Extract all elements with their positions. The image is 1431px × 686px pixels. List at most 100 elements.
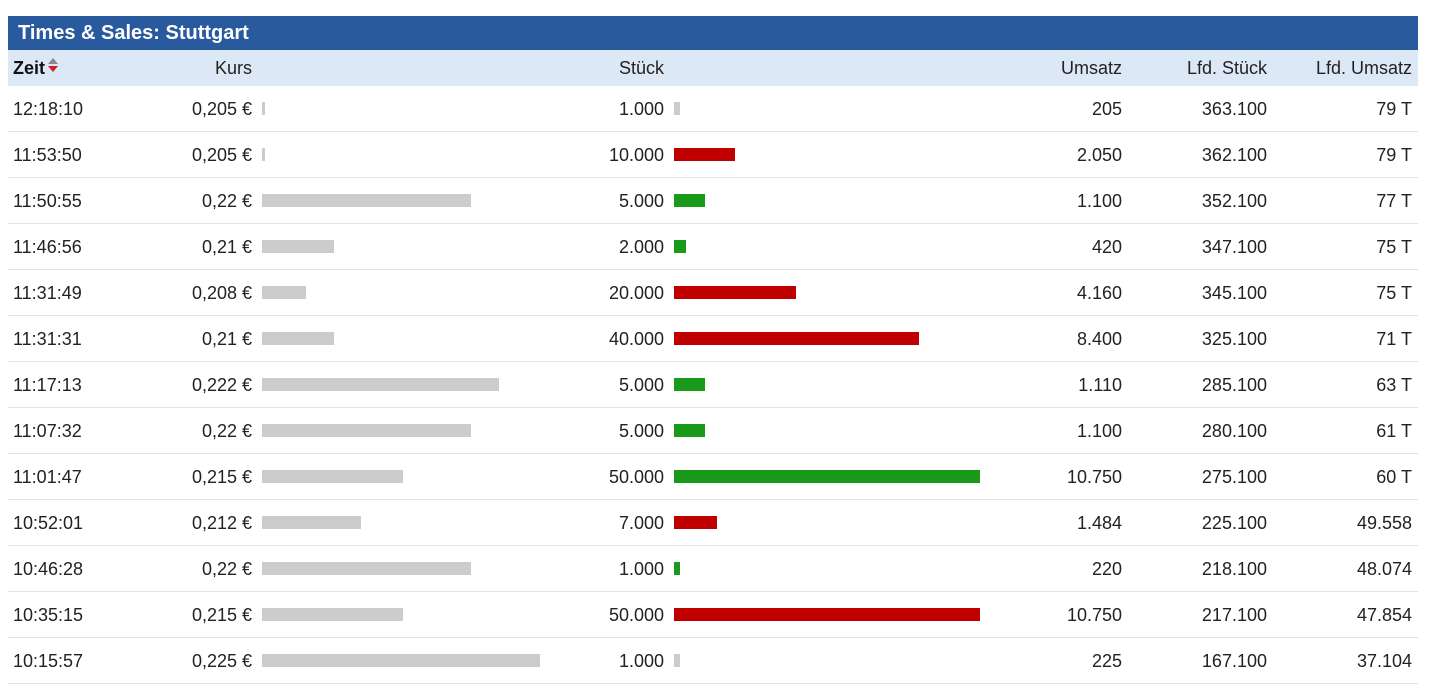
trade-volume: 40.000 — [608, 329, 664, 349]
cumulative-volume: 167.100 — [1201, 651, 1267, 671]
trade-time: 11:53:50 — [13, 145, 82, 165]
trade-price: 0,215 € — [191, 467, 252, 487]
trade-turnover: 4.160 — [1076, 283, 1122, 303]
trade-price: 0,21 € — [201, 329, 252, 349]
cumulative-turnover: 48.074 — [1356, 559, 1412, 579]
trade-time: 10:15:57 — [13, 651, 84, 671]
price-bar — [262, 516, 361, 529]
table-row: 12:18:10 0,205 € 1.000 205 363.100 79 T — [8, 86, 1418, 132]
table-row: 11:31:31 0,21 € 40.000 8.400 325.100 71 T — [8, 316, 1418, 362]
trade-volume: 5.000 — [618, 375, 664, 395]
cumulative-volume: 275.100 — [1201, 467, 1267, 487]
table-row: 11:07:32 0,22 € 5.000 1.100 280.100 61 T — [8, 408, 1418, 454]
cumulative-turnover: 61 T — [1376, 421, 1412, 441]
trade-volume: 50.000 — [608, 605, 664, 625]
table-row: 10:35:15 0,215 € 50.000 10.750 217.100 47.854 — [8, 592, 1418, 638]
trade-time: 10:46:28 — [13, 559, 84, 579]
table-row: 11:46:56 0,21 € 2.000 420 347.100 75 T — [8, 224, 1418, 270]
times-and-sales-widget: Times & Sales: Stuttgart Zeit Kurs Stück… — [8, 16, 1418, 684]
volume-bar — [674, 654, 680, 667]
column-header-kurs[interactable]: Kurs — [215, 50, 252, 86]
trade-volume: 2.000 — [618, 237, 664, 257]
trade-turnover: 2.050 — [1076, 145, 1122, 165]
trade-turnover: 205 — [1091, 99, 1122, 119]
trade-price: 0,22 € — [201, 421, 252, 441]
column-header-zeit-label: Zeit — [13, 58, 46, 78]
cumulative-volume: 352.100 — [1201, 191, 1267, 211]
sort-desc-icon[interactable] — [48, 58, 59, 73]
cumulative-volume: 363.100 — [1201, 99, 1267, 119]
cumulative-volume: 345.100 — [1201, 283, 1267, 303]
column-header-zeit[interactable]: Zeit — [13, 50, 59, 86]
trade-price: 0,205 € — [191, 145, 252, 165]
trade-turnover: 1.100 — [1076, 191, 1122, 211]
cumulative-turnover: 71 T — [1376, 329, 1412, 349]
cumulative-volume: 218.100 — [1201, 559, 1267, 579]
volume-bar — [674, 562, 680, 575]
volume-bar — [674, 608, 980, 621]
cumulative-volume: 280.100 — [1201, 421, 1267, 441]
cumulative-turnover: 47.854 — [1356, 605, 1412, 625]
volume-bar — [674, 378, 705, 391]
trade-time: 12:18:10 — [13, 99, 84, 119]
cumulative-turnover: 60 T — [1376, 467, 1412, 487]
price-bar — [262, 608, 403, 621]
trade-volume: 7.000 — [618, 513, 664, 533]
trade-turnover: 10.750 — [1066, 467, 1122, 487]
trade-price: 0,212 € — [191, 513, 252, 533]
volume-bar — [674, 194, 705, 207]
volume-bar — [674, 470, 980, 483]
trade-price: 0,222 € — [191, 375, 252, 395]
price-bar — [262, 654, 540, 667]
price-bar — [262, 240, 334, 253]
cumulative-volume: 217.100 — [1201, 605, 1267, 625]
table-row: 11:31:49 0,208 € 20.000 4.160 345.100 75 T — [8, 270, 1418, 316]
column-header-row: Zeit Kurs Stück Umsatz Lfd. Stück Lfd. U… — [8, 50, 1418, 86]
table-row: 11:01:47 0,215 € 50.000 10.750 275.100 60 T — [8, 454, 1418, 500]
trade-time: 10:35:15 — [13, 605, 84, 625]
trade-price: 0,21 € — [201, 237, 252, 257]
column-header-stueck[interactable]: Stück — [619, 50, 664, 86]
table-row: 10:46:28 0,22 € 1.000 220 218.100 48.074 — [8, 546, 1418, 592]
volume-bar — [674, 516, 717, 529]
volume-bar — [674, 148, 735, 161]
trade-time: 11:07:32 — [13, 421, 82, 441]
price-bar — [262, 470, 403, 483]
column-header-umsatz[interactable]: Umsatz — [1061, 50, 1122, 86]
cumulative-volume: 325.100 — [1201, 329, 1267, 349]
cumulative-turnover: 79 T — [1376, 145, 1412, 165]
trade-price: 0,22 € — [201, 191, 252, 211]
cumulative-turnover: 75 T — [1376, 283, 1412, 303]
column-header-lfd-stueck[interactable]: Lfd. Stück — [1187, 50, 1267, 86]
trade-volume: 1.000 — [618, 651, 664, 671]
trade-volume: 1.000 — [618, 559, 664, 579]
cumulative-volume: 285.100 — [1201, 375, 1267, 395]
volume-bar — [674, 102, 680, 115]
cumulative-turnover: 37.104 — [1356, 651, 1412, 671]
trade-volume: 5.000 — [618, 191, 664, 211]
trade-price: 0,225 € — [191, 651, 252, 671]
price-bar — [262, 102, 265, 115]
trade-price: 0,208 € — [191, 283, 252, 303]
trade-time: 11:50:55 — [13, 191, 82, 211]
trade-volume: 10.000 — [608, 145, 664, 165]
trade-turnover: 1.100 — [1076, 421, 1122, 441]
trade-volume: 1.000 — [618, 99, 664, 119]
trade-volume: 20.000 — [608, 283, 664, 303]
table-row: 10:15:57 0,225 € 1.000 225 167.100 37.104 — [8, 638, 1418, 684]
column-header-lfd-umsatz[interactable]: Lfd. Umsatz — [1316, 50, 1412, 86]
widget-title: Times & Sales: Stuttgart — [8, 16, 1418, 50]
trade-price: 0,22 € — [201, 559, 252, 579]
price-bar — [262, 378, 499, 391]
trade-time: 10:52:01 — [13, 513, 84, 533]
volume-bar — [674, 240, 686, 253]
trade-price: 0,205 € — [191, 99, 252, 119]
trade-turnover: 8.400 — [1076, 329, 1122, 349]
price-bar — [262, 562, 471, 575]
price-bar — [262, 424, 471, 437]
trade-turnover: 1.484 — [1076, 513, 1122, 533]
trade-turnover: 225 — [1091, 651, 1122, 671]
table-row: 11:50:55 0,22 € 5.000 1.100 352.100 77 T — [8, 178, 1418, 224]
cumulative-turnover: 75 T — [1376, 237, 1412, 257]
trade-price: 0,215 € — [191, 605, 252, 625]
